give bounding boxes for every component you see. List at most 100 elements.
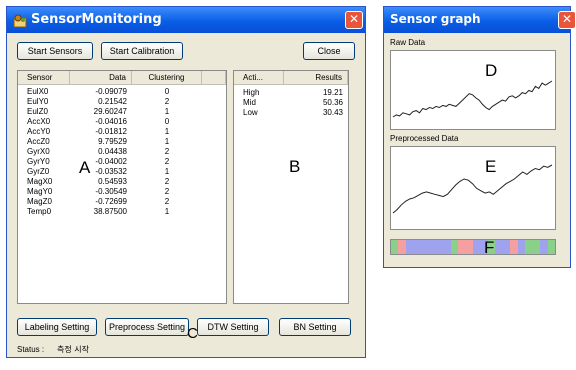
activity-column-header[interactable]: Acti... xyxy=(234,71,284,85)
title-bar[interactable]: SensorMonitoring ✕ xyxy=(7,7,365,33)
start-calibration-button[interactable]: Start Calibration xyxy=(101,42,183,60)
label-segment xyxy=(525,240,533,254)
sensor-value-cell: 29.60247 xyxy=(93,107,127,116)
table-row[interactable]: GyrZ0 -0.03532 1 xyxy=(18,167,226,177)
label-segment xyxy=(391,240,399,254)
clustering-column-header[interactable]: Clustering xyxy=(132,71,202,85)
label-segment xyxy=(502,240,511,254)
labeling-setting-button[interactable]: Labeling Setting xyxy=(17,318,97,336)
annotation-d: D xyxy=(485,61,498,80)
sensor-name-cell: MagX0 xyxy=(27,177,53,186)
sensor-value-cell: -0.30549 xyxy=(95,187,127,196)
bn-setting-button[interactable]: BN Setting xyxy=(279,318,351,336)
start-sensors-button[interactable]: Start Sensors xyxy=(17,42,93,60)
preprocess-setting-button[interactable]: Preprocess Setting xyxy=(105,318,189,336)
sensor-value-cell: 38.87500 xyxy=(93,207,127,216)
sensor-value-cell: 0.21542 xyxy=(98,97,127,106)
label-segment xyxy=(495,240,503,254)
sensor-name-cell: GyrY0 xyxy=(27,157,50,166)
annotation-b: B xyxy=(289,157,301,176)
activity-result-cell: 30.43 xyxy=(322,108,343,117)
sensor-value-cell: 0.04438 xyxy=(98,147,127,156)
table-row[interactable]: Temp0 38.87500 1 xyxy=(18,207,226,217)
sensor-data-list[interactable]: Sensor Data Clustering EulX0 -0.09079 0 Eul… xyxy=(17,70,227,304)
sensor-name-cell: AccZ0 xyxy=(27,137,50,146)
sensor-name-cell: EulY0 xyxy=(27,97,49,106)
sensor-name-cell: GyrX0 xyxy=(27,147,50,156)
label-segment xyxy=(465,240,473,254)
sensor-name-cell: MagZ0 xyxy=(27,197,52,206)
window-title: SensorMonitoring xyxy=(31,12,162,27)
activity-name-cell: High xyxy=(243,88,260,97)
graph-title-bar[interactable]: Sensor graph ✕ xyxy=(384,7,576,33)
dtw-setting-button[interactable]: DTW Setting xyxy=(197,318,269,336)
label-segment xyxy=(405,240,414,254)
label-segment xyxy=(428,240,436,254)
preprocessed-data-graph xyxy=(392,164,553,214)
table-row[interactable]: GyrY0 -0.04002 2 xyxy=(18,157,226,167)
sensor-value-cell: -0.01812 xyxy=(95,127,127,136)
cluster-cell: 2 xyxy=(164,187,170,196)
cluster-cell: 1 xyxy=(164,107,170,116)
sensor-value-cell: -0.72699 xyxy=(95,197,127,206)
activity-name-cell: Mid xyxy=(243,98,256,107)
annotation-e: E xyxy=(485,157,497,176)
sensor-value-cell: 9.79529 xyxy=(98,137,127,146)
table-row[interactable]: MagY0 -0.30549 2 xyxy=(18,187,226,197)
table-row[interactable]: EulY0 0.21542 2 xyxy=(18,97,226,107)
cluster-cell: 2 xyxy=(164,177,170,186)
table-row[interactable]: AccY0 -0.01812 1 xyxy=(18,127,226,137)
cluster-cell: 2 xyxy=(164,147,170,156)
preprocessed-data-label: Preprocessed Data xyxy=(390,134,459,143)
graph-window-title: Sensor graph xyxy=(390,12,481,26)
label-segment xyxy=(450,240,459,254)
sensor-name-cell: MagY0 xyxy=(27,187,53,196)
table-row[interactable]: EulZ0 29.60247 1 xyxy=(18,107,226,117)
sensor-app-icon xyxy=(13,13,27,28)
sensor-value-cell: -0.09079 xyxy=(95,87,127,96)
label-segment xyxy=(458,240,466,254)
graph-close-icon[interactable]: ✕ xyxy=(558,11,576,29)
sensor-name-cell: Temp0 xyxy=(27,207,52,216)
label-segment xyxy=(472,240,481,254)
cluster-cell: 2 xyxy=(164,197,170,206)
activity-label-bar xyxy=(390,239,556,255)
sensor-name-cell: EulZ0 xyxy=(27,107,48,116)
label-segment xyxy=(420,240,429,254)
label-segment xyxy=(398,240,406,254)
cluster-cell: 2 xyxy=(164,97,170,106)
table-row[interactable]: MagZ0 -0.72699 2 xyxy=(18,197,226,207)
table-row[interactable]: Low 30.43 xyxy=(234,108,348,118)
sensor-name-cell: EulX0 xyxy=(27,87,49,96)
table-row[interactable]: Mid 50.36 xyxy=(234,98,348,108)
label-segment xyxy=(517,240,526,254)
activity-results-list[interactable]: Acti... Results High 19.21 Mid 50.36 Low 30.4… xyxy=(233,70,349,304)
preprocessed-data-line xyxy=(392,164,553,214)
cluster-cell: 1 xyxy=(164,137,170,146)
table-row[interactable]: GyrX0 0.04438 2 xyxy=(18,147,226,157)
table-row[interactable]: MagX0 0.54593 2 xyxy=(18,177,226,187)
table-row[interactable]: EulX0 -0.09079 0 xyxy=(18,87,226,97)
sensor-value-cell: -0.04016 xyxy=(95,117,127,126)
label-segment xyxy=(413,240,421,254)
activity-result-cell: 19.21 xyxy=(322,88,343,97)
results-column-header[interactable]: Results xyxy=(284,71,348,85)
table-row[interactable]: High 19.21 xyxy=(234,88,348,98)
data-column-header[interactable]: Data xyxy=(70,71,132,85)
label-segment xyxy=(547,240,555,254)
window-close-icon[interactable]: ✕ xyxy=(345,11,363,29)
label-segment xyxy=(435,240,444,254)
activity-result-cell: 50.36 xyxy=(322,98,343,107)
sensor-monitoring-window: SensorMonitoring ✕ Start Sensors Start C… xyxy=(6,6,366,358)
sensor-column-header[interactable]: Sensor xyxy=(18,71,70,85)
sensor-value-cell: 0.54593 xyxy=(98,177,127,186)
sensor-name-cell: GyrZ0 xyxy=(27,167,50,176)
sensor-name-cell: AccY0 xyxy=(27,127,51,136)
table-row[interactable]: AccZ0 9.79529 1 xyxy=(18,137,226,147)
close-button[interactable]: Close xyxy=(303,42,355,60)
raw-data-plot: D xyxy=(390,50,556,130)
activity-name-cell: Low xyxy=(243,108,258,117)
table-row[interactable]: AccX0 -0.04016 0 xyxy=(18,117,226,127)
cluster-cell: 1 xyxy=(164,207,170,216)
raw-data-graph xyxy=(392,80,553,118)
